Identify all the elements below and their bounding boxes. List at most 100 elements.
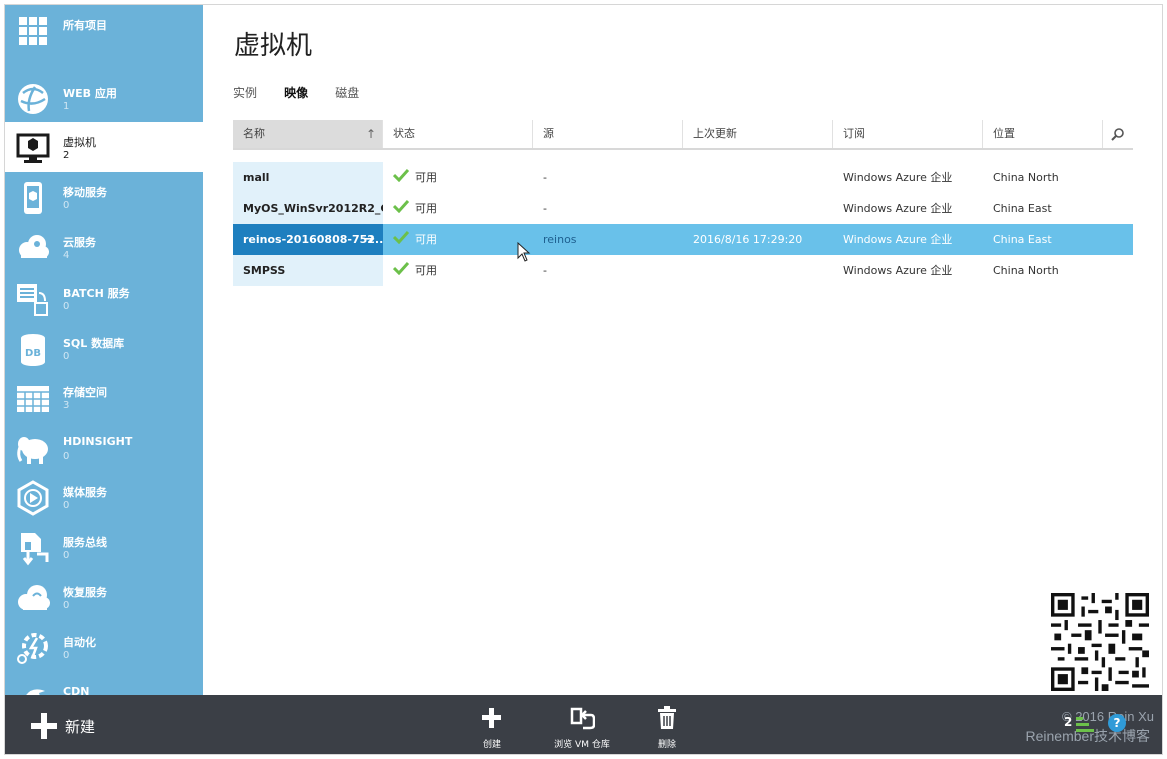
search-button[interactable] <box>1103 120 1133 148</box>
virtual-machine-icon <box>16 133 50 163</box>
grid-icon <box>19 17 47 45</box>
images-table: 名称 ↑ 状态 源 上次更新 订阅 位置 mall 可用 - Windows A… <box>233 120 1133 286</box>
sidebar-item-count: 2 <box>63 150 70 161</box>
sort-ascending-icon: ↑ <box>365 127 376 141</box>
column-header-source[interactable]: 源 <box>533 120 683 148</box>
sidebar-item-hdinsight[interactable]: HDINSIGHT 0 <box>5 423 203 473</box>
column-header-last-updated[interactable]: 上次更新 <box>683 120 833 148</box>
cell-last-updated: 2016/8/16 17:29:20 <box>693 233 803 246</box>
cell-name[interactable]: SMPSS <box>233 255 383 286</box>
cell-name-text: reinos-20160808-752... <box>243 233 383 246</box>
plus-icon <box>482 708 501 728</box>
cell-last-updated <box>683 255 833 286</box>
create-button[interactable]: 创建 <box>479 705 505 750</box>
cell-location: China East <box>993 233 1052 246</box>
sidebar-item-sql-databases[interactable]: DB SQL 数据库 0 <box>5 323 203 373</box>
sidebar-item-count: 0 <box>63 550 70 561</box>
sidebar-item-count: 0 <box>63 500 70 511</box>
sidebar-item-label: 虚拟机 <box>63 136 96 149</box>
cell-status: 可用 <box>383 255 533 286</box>
sidebar-item-label: SQL 数据库 <box>63 337 125 350</box>
status-text: 可用 <box>415 233 437 246</box>
column-header-label: 位置 <box>993 127 1015 140</box>
sidebar-item-label: 媒体服务 <box>63 486 107 499</box>
recovery-service-icon <box>18 585 50 610</box>
table-header: 名称 ↑ 状态 源 上次更新 订阅 位置 <box>233 120 1133 150</box>
column-header-label: 源 <box>543 127 554 140</box>
checkmark-icon <box>393 230 409 244</box>
sidebar-item-label: 恢复服务 <box>63 586 107 599</box>
sidebar-item-label: WEB 应用 <box>63 87 117 100</box>
column-header-location[interactable]: 位置 <box>983 120 1103 148</box>
column-header-label: 名称 <box>243 127 265 140</box>
mouse-cursor-icon <box>517 242 531 262</box>
table-row[interactable]: SMPSS 可用 - Windows Azure 企业 China North <box>233 255 1133 286</box>
browse-vm-depot-button[interactable]: 浏览 VM 仓库 <box>551 705 613 750</box>
delete-button[interactable]: 删除 <box>654 705 680 750</box>
sidebar-item-cloud-services[interactable]: 云服务 4 <box>5 222 203 272</box>
svg-text:DB: DB <box>25 348 41 359</box>
sidebar: 所有项目 WEB 应用 1 虚拟机 2 移动服务 0 云服务 4 BATCH 服… <box>5 5 203 695</box>
help-button[interactable]: ? <box>1108 714 1126 732</box>
sidebar-item-label: BATCH 服务 <box>63 287 130 300</box>
cell-status: 可用 <box>383 224 533 255</box>
cell-status: 可用 <box>383 193 533 224</box>
sidebar-item-label: 存储空间 <box>63 386 107 399</box>
sidebar-item-media-services[interactable]: 媒体服务 0 <box>5 472 203 522</box>
cdn-icon <box>26 689 45 695</box>
checkmark-icon <box>393 199 409 213</box>
batch-service-icon <box>17 284 48 316</box>
sidebar-item-virtual-machines[interactable]: 虚拟机 2 <box>5 122 203 172</box>
sidebar-item-cdn[interactable]: CDN <box>5 673 203 695</box>
storage-icon <box>17 386 49 412</box>
arrow-right-icon[interactable]: ➔ <box>364 224 375 255</box>
column-header-subscription[interactable]: 订阅 <box>833 120 983 148</box>
sidebar-item-count: 0 <box>63 200 70 211</box>
table-row[interactable]: MyOS_WinSvr2012R2_CSTM 可用 - Windows Azur… <box>233 193 1133 224</box>
tab-images[interactable]: 映像 <box>284 84 308 101</box>
browse-vm-depot-label: 浏览 VM 仓库 <box>554 740 610 750</box>
sidebar-item-count: 0 <box>63 351 70 362</box>
column-header-name[interactable]: 名称 ↑ <box>233 120 383 148</box>
column-header-label: 上次更新 <box>693 127 737 140</box>
main-content: 虚拟机 实例 映像 磁盘 名称 ↑ 状态 源 上次更新 订阅 位置 mall 可… <box>203 5 1162 695</box>
sidebar-item-count: 0 <box>63 650 70 661</box>
sidebar-item-label: HDINSIGHT <box>63 435 133 448</box>
sidebar-item-automation[interactable]: 自动化 0 <box>5 622 203 672</box>
sidebar-item-recovery-services[interactable]: 恢复服务 0 <box>5 572 203 622</box>
media-service-icon <box>17 480 49 516</box>
sidebar-item-storage[interactable]: 存储空间 3 <box>5 372 203 422</box>
hdinsight-icon <box>17 437 48 464</box>
tab-disks[interactable]: 磁盘 <box>335 84 359 101</box>
status-text: 可用 <box>415 264 437 277</box>
sidebar-item-count: 1 <box>63 101 70 112</box>
sidebar-item-label: 所有项目 <box>63 19 107 32</box>
tab-instances[interactable]: 实例 <box>233 84 257 101</box>
cell-source-link[interactable]: reinos <box>533 224 683 255</box>
cell-name[interactable]: mall <box>233 162 383 193</box>
cell-source: - <box>543 171 547 184</box>
sidebar-item-batch-services[interactable]: BATCH 服务 0 <box>5 273 203 323</box>
web-app-icon <box>18 84 48 114</box>
sidebar-item-mobile-services[interactable]: 移动服务 0 <box>5 172 203 222</box>
column-header-status[interactable]: 状态 <box>383 120 533 148</box>
sidebar-item-count: 0 <box>63 301 70 312</box>
cell-last-updated <box>683 193 833 224</box>
sidebar-item-label: CDN <box>63 685 90 695</box>
table-row-selected[interactable]: reinos-20160808-752... ➔ 可用 reinos 2016/8… <box>233 224 1133 255</box>
sidebar-item-count: 0 <box>63 451 70 462</box>
sidebar-item-service-bus[interactable]: 服务总线 0 <box>5 522 203 572</box>
cell-source: - <box>543 202 547 215</box>
sidebar-item-label: 移动服务 <box>63 186 107 199</box>
cell-name[interactable]: MyOS_WinSvr2012R2_CSTM <box>233 193 383 224</box>
cell-source: - <box>543 264 547 277</box>
table-row[interactable]: mall 可用 - Windows Azure 企业 China North <box>233 162 1133 193</box>
sidebar-item-web-apps[interactable]: WEB 应用 1 <box>5 73 203 123</box>
column-header-label: 订阅 <box>843 127 865 140</box>
plus-icon <box>31 713 57 739</box>
sidebar-item-all-items[interactable]: 所有项目 <box>5 5 203 55</box>
cell-location: China East <box>993 202 1052 215</box>
sidebar-item-count: 4 <box>63 250 70 261</box>
column-header-label: 状态 <box>393 127 415 140</box>
cell-name[interactable]: reinos-20160808-752... ➔ <box>233 224 383 255</box>
